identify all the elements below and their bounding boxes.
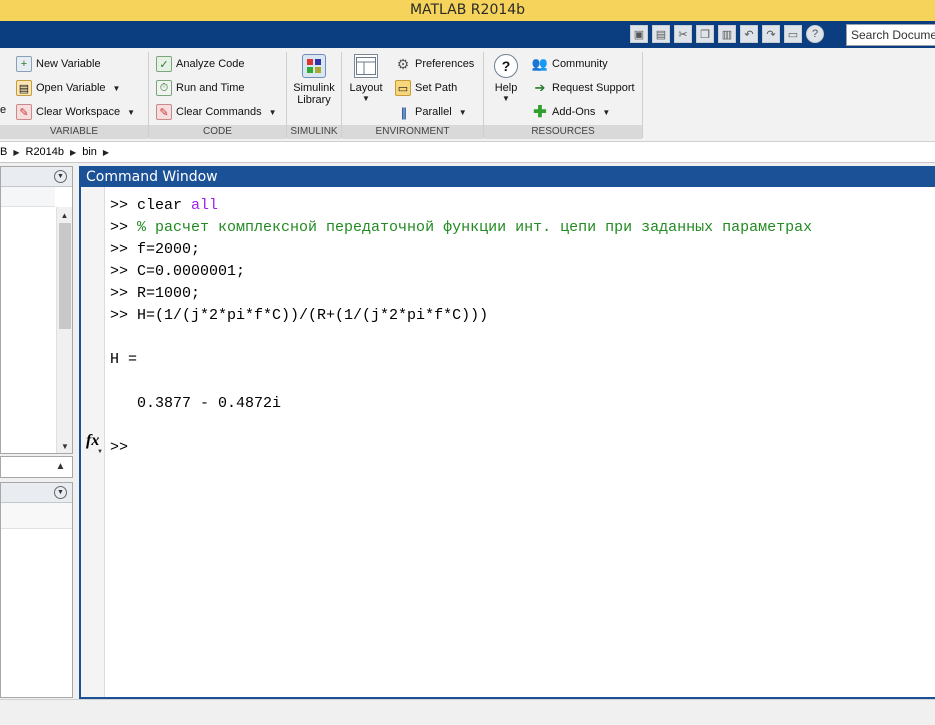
section-label-environment: ENVIRONMENT	[342, 125, 483, 139]
command-window-title: Command Window	[81, 168, 935, 187]
clear-workspace-button[interactable]: ✎ Clear Workspace ▼	[16, 104, 135, 120]
scroll-down-icon[interactable]: ▼	[61, 442, 69, 451]
preferences-button[interactable]: ⚙ Preferences	[395, 55, 475, 72]
details-panel: ▲	[0, 456, 73, 478]
analyze-code-icon: ✓	[156, 56, 172, 72]
scroll-up-icon[interactable]: ▲	[57, 211, 72, 220]
clear-commands-icon: ✎	[156, 104, 172, 120]
command-history: >> clear all >> % расчет комплексной пер…	[110, 195, 812, 459]
current-folder-breadcrumb[interactable]: B ▶ R2014b ▶ bin ▶	[0, 142, 935, 163]
scrollbar[interactable]: ▲ ▼	[56, 207, 72, 453]
command-line: >> C=0.0000001;	[110, 263, 246, 280]
expand-icon[interactable]: ▲	[54, 461, 67, 474]
breadcrumb-part[interactable]: R2014b	[26, 146, 65, 158]
current-folder-panel: ▼ ▲ ▼	[0, 166, 73, 454]
parallel-button[interactable]: ||| Parallel ▼	[395, 104, 467, 120]
run-and-time-button[interactable]: ⏱ Run and Time	[156, 80, 244, 96]
breadcrumb-part[interactable]: bin	[82, 146, 97, 158]
layout-button[interactable]: Layout ▼	[346, 54, 386, 103]
command-window[interactable]: Command Window >> clear all >> % расчет …	[79, 166, 935, 699]
simulink-icon	[302, 54, 326, 78]
community-button[interactable]: 👥 Community	[532, 56, 608, 72]
undo-icon[interactable]: ↶	[740, 25, 758, 43]
panel-header: ▼	[1, 167, 72, 187]
search-documentation-input[interactable]: Search Documentation	[846, 24, 935, 46]
command-line: >> H=(1/(j*2*pi*f*C))/(R+(1/(j*2*pi*f*C)…	[110, 307, 489, 324]
set-path-button[interactable]: ▭ Set Path	[395, 80, 457, 96]
clear-commands-button[interactable]: ✎ Clear Commands ▼	[156, 104, 277, 120]
switch-windows-icon[interactable]: ▭	[784, 25, 802, 43]
parallel-icon: |||	[400, 104, 407, 120]
help-icon[interactable]: ?	[806, 25, 824, 43]
output-variable: H =	[110, 351, 138, 368]
command-prompt[interactable]: >>	[110, 439, 128, 456]
status-bar	[0, 699, 935, 725]
toolstrip-tabs: ▣ ▤ ✂ ❐ ▥ ↶ ↷ ▭ ? Search Documentation	[0, 21, 935, 48]
title-bar: MATLAB R2014b	[0, 0, 935, 21]
open-variable-button[interactable]: ▤ Open Variable ▼	[16, 80, 120, 96]
save-icon[interactable]: ▤	[652, 25, 670, 43]
chevron-down-icon: ▼	[97, 449, 103, 455]
analyze-code-button[interactable]: ✓ Analyze Code	[156, 56, 245, 72]
run-and-time-icon: ⏱	[156, 80, 172, 96]
chevron-down-icon: ▼	[458, 107, 467, 117]
command-line: >> clear all	[110, 197, 219, 214]
truncated-label: e	[0, 104, 7, 116]
request-support-button[interactable]: ➔ Request Support	[532, 80, 635, 96]
section-label-resources: RESOURCES	[484, 125, 642, 139]
clear-workspace-icon: ✎	[16, 104, 32, 120]
chevron-down-icon: ▼	[602, 107, 611, 117]
chevron-down-icon: ▼	[127, 107, 136, 117]
scroll-thumb[interactable]	[59, 223, 71, 329]
new-variable-icon: +	[16, 56, 32, 72]
add-ons-icon: ✚	[533, 104, 547, 121]
redo-icon[interactable]: ↷	[762, 25, 780, 43]
window-title: MATLAB R2014b	[409, 2, 526, 18]
column-header	[1, 503, 72, 529]
quick-access-toolbar: ▣ ▤ ✂ ❐ ▥ ↶ ↷ ▭ ?	[630, 25, 824, 44]
section-label-variable: VARIABLE	[0, 125, 148, 139]
community-icon: 👥	[531, 56, 549, 71]
chevron-right-icon: ▶	[13, 147, 20, 157]
command-line: >> R=1000;	[110, 285, 201, 302]
workspace-panel: ▼	[0, 482, 73, 698]
help-button[interactable]: ? Help ▼	[488, 54, 524, 103]
cut-icon[interactable]: ✂	[674, 25, 692, 43]
chevron-down-icon: ▼	[112, 83, 121, 93]
new-variable-button[interactable]: + New Variable	[16, 56, 101, 72]
ribbon: e + New Variable ▤ Open Variable ▼ ✎ Clea…	[0, 48, 935, 142]
section-label-simulink: SIMULINK	[287, 125, 341, 139]
chevron-down-icon: ▼	[362, 94, 370, 103]
help-icon: ?	[494, 54, 518, 78]
add-ons-button[interactable]: ✚ Add-Ons ▼	[532, 104, 611, 121]
output-value: 0.3877 - 0.4872i	[110, 395, 282, 412]
section-divider	[642, 52, 643, 138]
command-line: >> % расчет комплексной передаточной фун…	[110, 219, 813, 236]
chevron-right-icon: ▶	[102, 147, 110, 157]
chevron-down-icon: ▼	[268, 107, 277, 117]
command-line: >> f=2000;	[110, 241, 201, 258]
function-browser-icon[interactable]: fx	[86, 432, 99, 450]
column-header	[1, 187, 55, 207]
layout-icon	[354, 54, 378, 78]
breadcrumb-part[interactable]: B	[0, 146, 7, 158]
panel-header: ▼	[1, 483, 72, 503]
chevron-down-icon: ▼	[502, 94, 510, 103]
paste-icon[interactable]: ▥	[718, 25, 736, 43]
copy-icon[interactable]: ❐	[696, 25, 714, 43]
chevron-right-icon: ▶	[70, 147, 77, 157]
section-label-code: CODE	[149, 125, 286, 139]
gear-icon: ⚙	[396, 55, 410, 72]
panel-menu-icon[interactable]: ▼	[54, 486, 67, 499]
support-icon: ➔	[534, 80, 546, 95]
simulink-library-button[interactable]: Simulink Library	[290, 54, 338, 106]
panel-menu-icon[interactable]: ▼	[54, 170, 67, 183]
layout-icon[interactable]: ▣	[630, 25, 648, 43]
folder-icon: ▭	[395, 80, 411, 96]
open-variable-icon: ▤	[16, 80, 32, 96]
